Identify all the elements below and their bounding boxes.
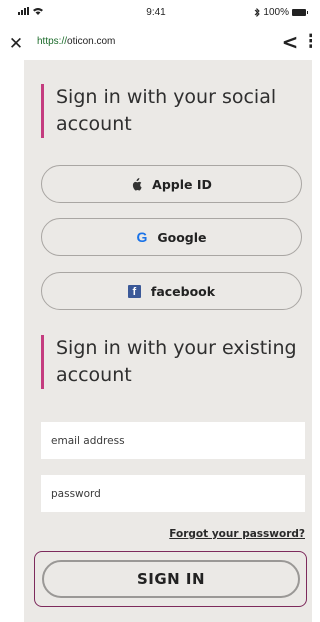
url-field[interactable]: https://oticon.com <box>37 36 115 47</box>
share-icon[interactable]: < <box>280 30 300 54</box>
google-signin-button[interactable]: G Google <box>41 218 302 256</box>
facebook-icon: f <box>127 284 141 298</box>
status-right: 100% <box>254 7 308 18</box>
status-bar: 9:41 100% <box>0 0 312 26</box>
menu-icon[interactable]: ⋮ <box>302 30 312 54</box>
browser-url-bar: ✕ https://oticon.com < ⋮ <box>0 26 312 60</box>
url-host: oticon.com <box>67 36 116 47</box>
signin-button[interactable]: SIGN IN <box>42 560 300 598</box>
existing-signin-heading: Sign in with your existing account <box>41 335 306 389</box>
url-scheme: https:// <box>37 36 68 47</box>
facebook-signin-label: facebook <box>150 283 216 299</box>
apple-icon <box>133 177 142 190</box>
google-icon: G <box>136 229 148 245</box>
google-signin-label: Google <box>157 229 207 245</box>
forgot-password-link[interactable]: Forgot your password? <box>169 528 305 540</box>
email-field[interactable] <box>41 422 305 459</box>
social-signin-heading: Sign in with your social account <box>41 84 306 138</box>
apple-signin-label: Apple ID <box>152 176 212 192</box>
apple-signin-button[interactable]: Apple ID <box>41 165 302 203</box>
password-field[interactable] <box>41 475 305 512</box>
facebook-signin-button[interactable]: f facebook <box>41 272 302 310</box>
battery-percent: 100% <box>263 7 289 18</box>
bluetooth-icon <box>255 8 261 17</box>
signin-panel: Sign in with your social account Apple I… <box>24 60 312 622</box>
battery-icon <box>292 9 308 16</box>
close-icon[interactable]: ✕ <box>4 32 28 56</box>
